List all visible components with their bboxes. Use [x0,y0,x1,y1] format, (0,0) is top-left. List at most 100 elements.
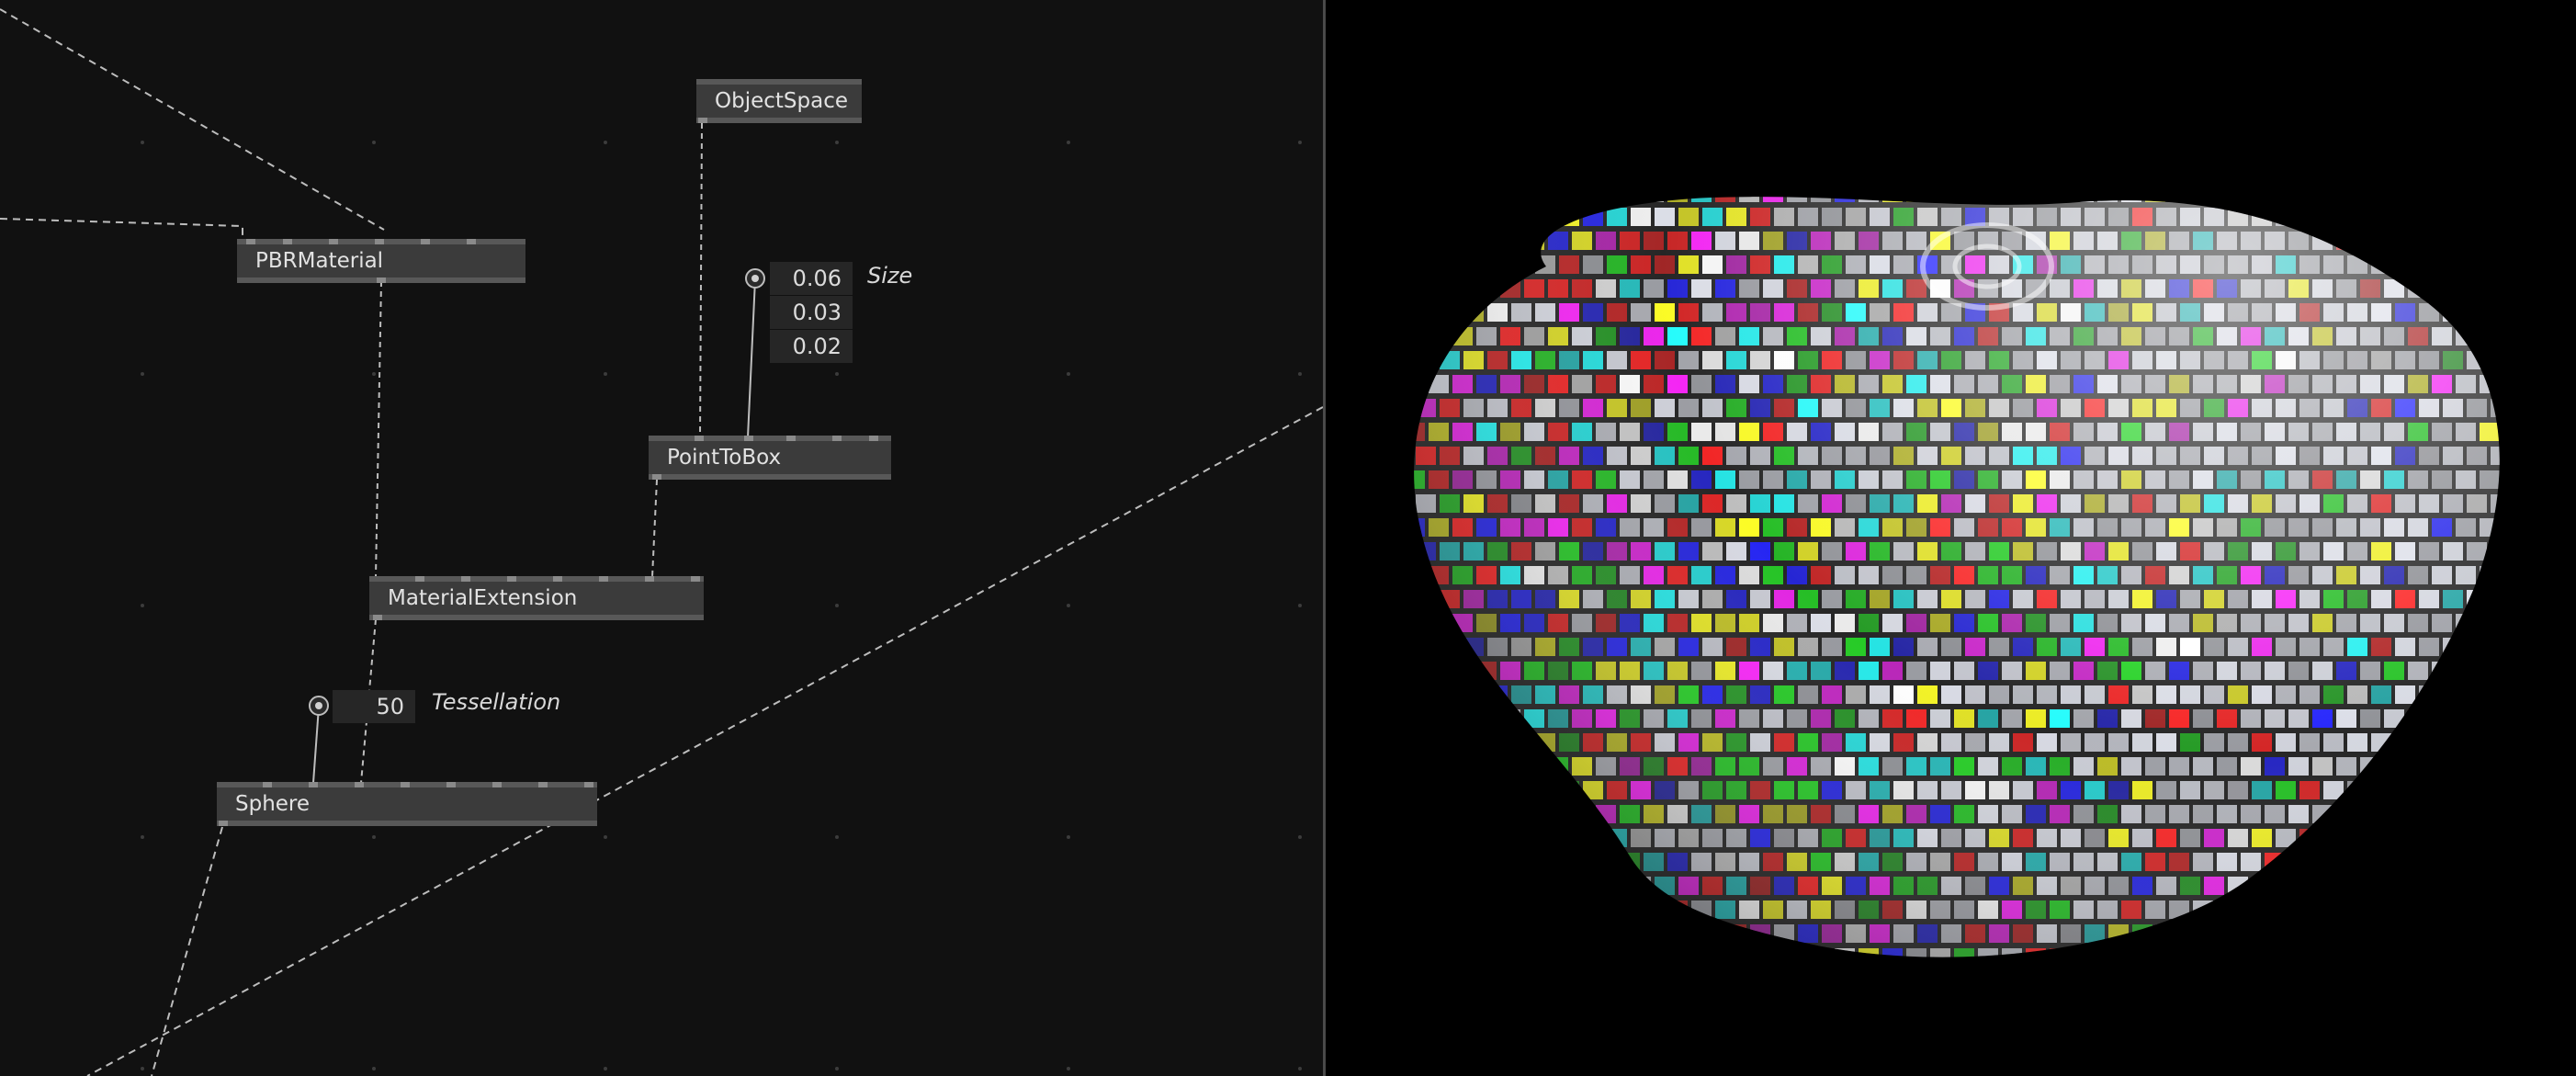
voxel [2456,709,2476,728]
voxel [2527,327,2548,345]
voxel [2395,781,2415,799]
voxel [2514,972,2535,991]
tessellation-connector-knob[interactable] [309,696,329,716]
voxel [2538,733,2559,752]
voxel [1429,327,1449,345]
voxel [1607,877,1627,895]
voxel [2480,327,2500,345]
node-objectspace[interactable]: ObjectSpace [696,79,862,123]
voxel [1524,853,1544,871]
size-connector-knob[interactable] [745,268,765,289]
voxel [2336,853,2356,871]
voxel [1535,972,1555,991]
voxel [2514,303,2535,322]
voxel [2503,662,2524,680]
voxel [2265,197,2285,202]
voxel [2527,184,2548,202]
size-iobox-value-0[interactable]: 0.06 [770,262,853,295]
voxel [2299,208,2320,226]
tessellation-iobox-value[interactable]: 50 [333,690,415,723]
voxel [2395,877,2415,895]
voxel [2503,327,2524,345]
size-iobox-value-2[interactable]: 0.02 [770,330,853,363]
voxel [2288,197,2309,202]
voxel [2252,972,2272,991]
voxel [1429,232,1449,250]
voxel [2360,900,2380,919]
voxel [1691,948,1712,957]
voxel [2288,900,2309,919]
voxel [1392,733,1412,752]
voxel [2538,877,2559,895]
voxel [2491,255,2500,274]
voxel [1416,638,1436,656]
voxel [2336,948,2356,957]
voxel [1620,948,1640,957]
voxel [2467,208,2487,226]
voxel [1596,948,1616,957]
voxel [2491,542,2500,561]
voxel [2360,197,2380,202]
voxel [2217,900,2237,919]
voxel [1452,900,1473,919]
voxel [2408,709,2428,728]
voxel-sphere-render [1381,184,2559,991]
voxel [2467,829,2487,847]
voxel [1392,829,1412,847]
voxel [2480,900,2500,919]
tessellation-iobox-label: Tessellation [432,689,561,715]
voxel [2347,208,2367,226]
voxel [2371,877,2391,895]
voxel [2491,733,2500,752]
voxel [1416,590,1436,608]
voxel [1524,197,1544,202]
voxel [2419,877,2439,895]
voxel [1954,197,1974,202]
voxel [1440,685,1460,704]
voxel [1392,303,1412,322]
voxel [1644,948,1664,957]
voxel [2503,948,2524,967]
voxel [2108,972,2129,991]
voxel [2480,757,2500,776]
voxel [1440,303,1460,322]
voxel [1381,709,1401,728]
voxel [1620,197,1640,202]
voxel [2503,805,2524,823]
voxel [1787,948,1807,957]
voxel [2443,829,2463,847]
node-pointtobox[interactable]: PointToBox [649,436,891,480]
voxel [2371,924,2391,943]
voxel [2480,948,2500,957]
node-pbrmaterial[interactable]: PBRMaterial [237,239,525,283]
voxel [1715,948,1735,957]
voxel [2538,972,2559,991]
voxel [2491,351,2500,369]
voxel [2514,924,2535,943]
voxel [1392,781,1412,799]
render-viewport[interactable] [1326,0,2576,1076]
voxel [2527,375,2548,393]
node-materialextension[interactable]: MaterialExtension [369,576,704,620]
voxel [1440,781,1460,799]
voxel [2432,757,2452,776]
voxel [1655,972,1675,991]
voxel [2419,829,2439,847]
patch-editor[interactable]: PBRMaterial ObjectSpace PointToBox Mater… [0,0,1323,1076]
voxel [1702,924,1723,943]
voxel [2432,232,2452,250]
voxel [1392,590,1412,608]
voxel [1524,948,1544,957]
voxel [2013,972,2033,991]
voxel [2503,375,2524,393]
size-iobox-value-1[interactable]: 0.03 [770,296,853,329]
voxel [2443,208,2463,226]
voxel [2299,972,2320,991]
voxel [2527,470,2548,489]
voxel [1511,733,1531,752]
voxel [2538,590,2559,608]
voxel [2527,614,2548,632]
voxel [1511,877,1531,895]
voxel [2538,399,2559,417]
node-sphere[interactable]: Sphere [217,782,597,826]
